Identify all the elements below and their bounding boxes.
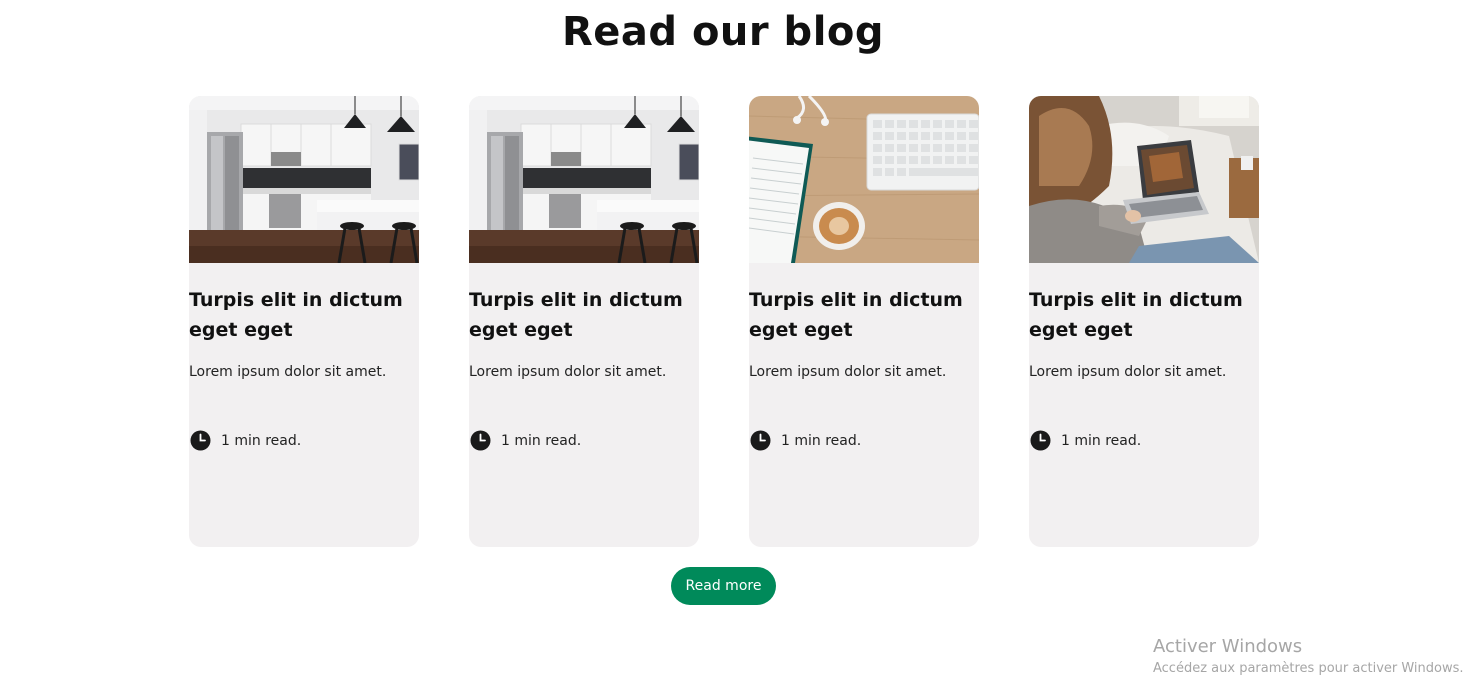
kitchen-photo (189, 96, 419, 263)
card-read-time: 1 min read. (1030, 430, 1141, 451)
read-time-label: 1 min read. (1061, 432, 1142, 449)
kitchen-photo (469, 96, 699, 263)
blog-card[interactable]: Turpis elit in dictum eget eget Lorem ip… (189, 96, 419, 547)
clock-icon (470, 430, 491, 451)
card-read-time: 1 min read. (750, 430, 861, 451)
blog-card[interactable]: Turpis elit in dictum eget eget Lorem ip… (749, 96, 979, 547)
woman-laptop-bed-photo (1029, 96, 1259, 263)
watermark-title: Activer Windows (1153, 636, 1303, 657)
watermark-subtitle: Accédez aux paramètres pour activer Wind… (1153, 661, 1464, 676)
clock-icon (750, 430, 771, 451)
read-more-button[interactable]: Read more (671, 567, 776, 605)
blog-card[interactable]: Turpis elit in dictum eget eget Lorem ip… (469, 96, 699, 547)
card-title[interactable]: Turpis elit in dictum eget eget (749, 285, 974, 345)
card-title[interactable]: Turpis elit in dictum eget eget (469, 285, 694, 345)
section-title: Read our blog (561, 9, 885, 55)
card-description: Lorem ipsum dolor sit amet. (469, 364, 667, 380)
card-title[interactable]: Turpis elit in dictum eget eget (1029, 285, 1254, 345)
read-time-label: 1 min read. (501, 432, 582, 449)
card-description: Lorem ipsum dolor sit amet. (189, 364, 387, 380)
card-description: Lorem ipsum dolor sit amet. (749, 364, 947, 380)
card-read-time: 1 min read. (190, 430, 301, 451)
card-read-time: 1 min read. (470, 430, 581, 451)
blog-card-list: Turpis elit in dictum eget eget Lorem ip… (189, 96, 1259, 547)
blog-card[interactable]: Turpis elit in dictum eget eget Lorem ip… (1029, 96, 1259, 547)
read-time-label: 1 min read. (781, 432, 862, 449)
card-title[interactable]: Turpis elit in dictum eget eget (189, 285, 414, 345)
card-description: Lorem ipsum dolor sit amet. (1029, 364, 1227, 380)
read-time-label: 1 min read. (221, 432, 302, 449)
clock-icon (1030, 430, 1051, 451)
desk-coffee-keyboard-photo (749, 96, 979, 263)
os-activation-watermark: Activer Windows Accédez aux paramètres p… (1153, 636, 1464, 680)
clock-icon (190, 430, 211, 451)
